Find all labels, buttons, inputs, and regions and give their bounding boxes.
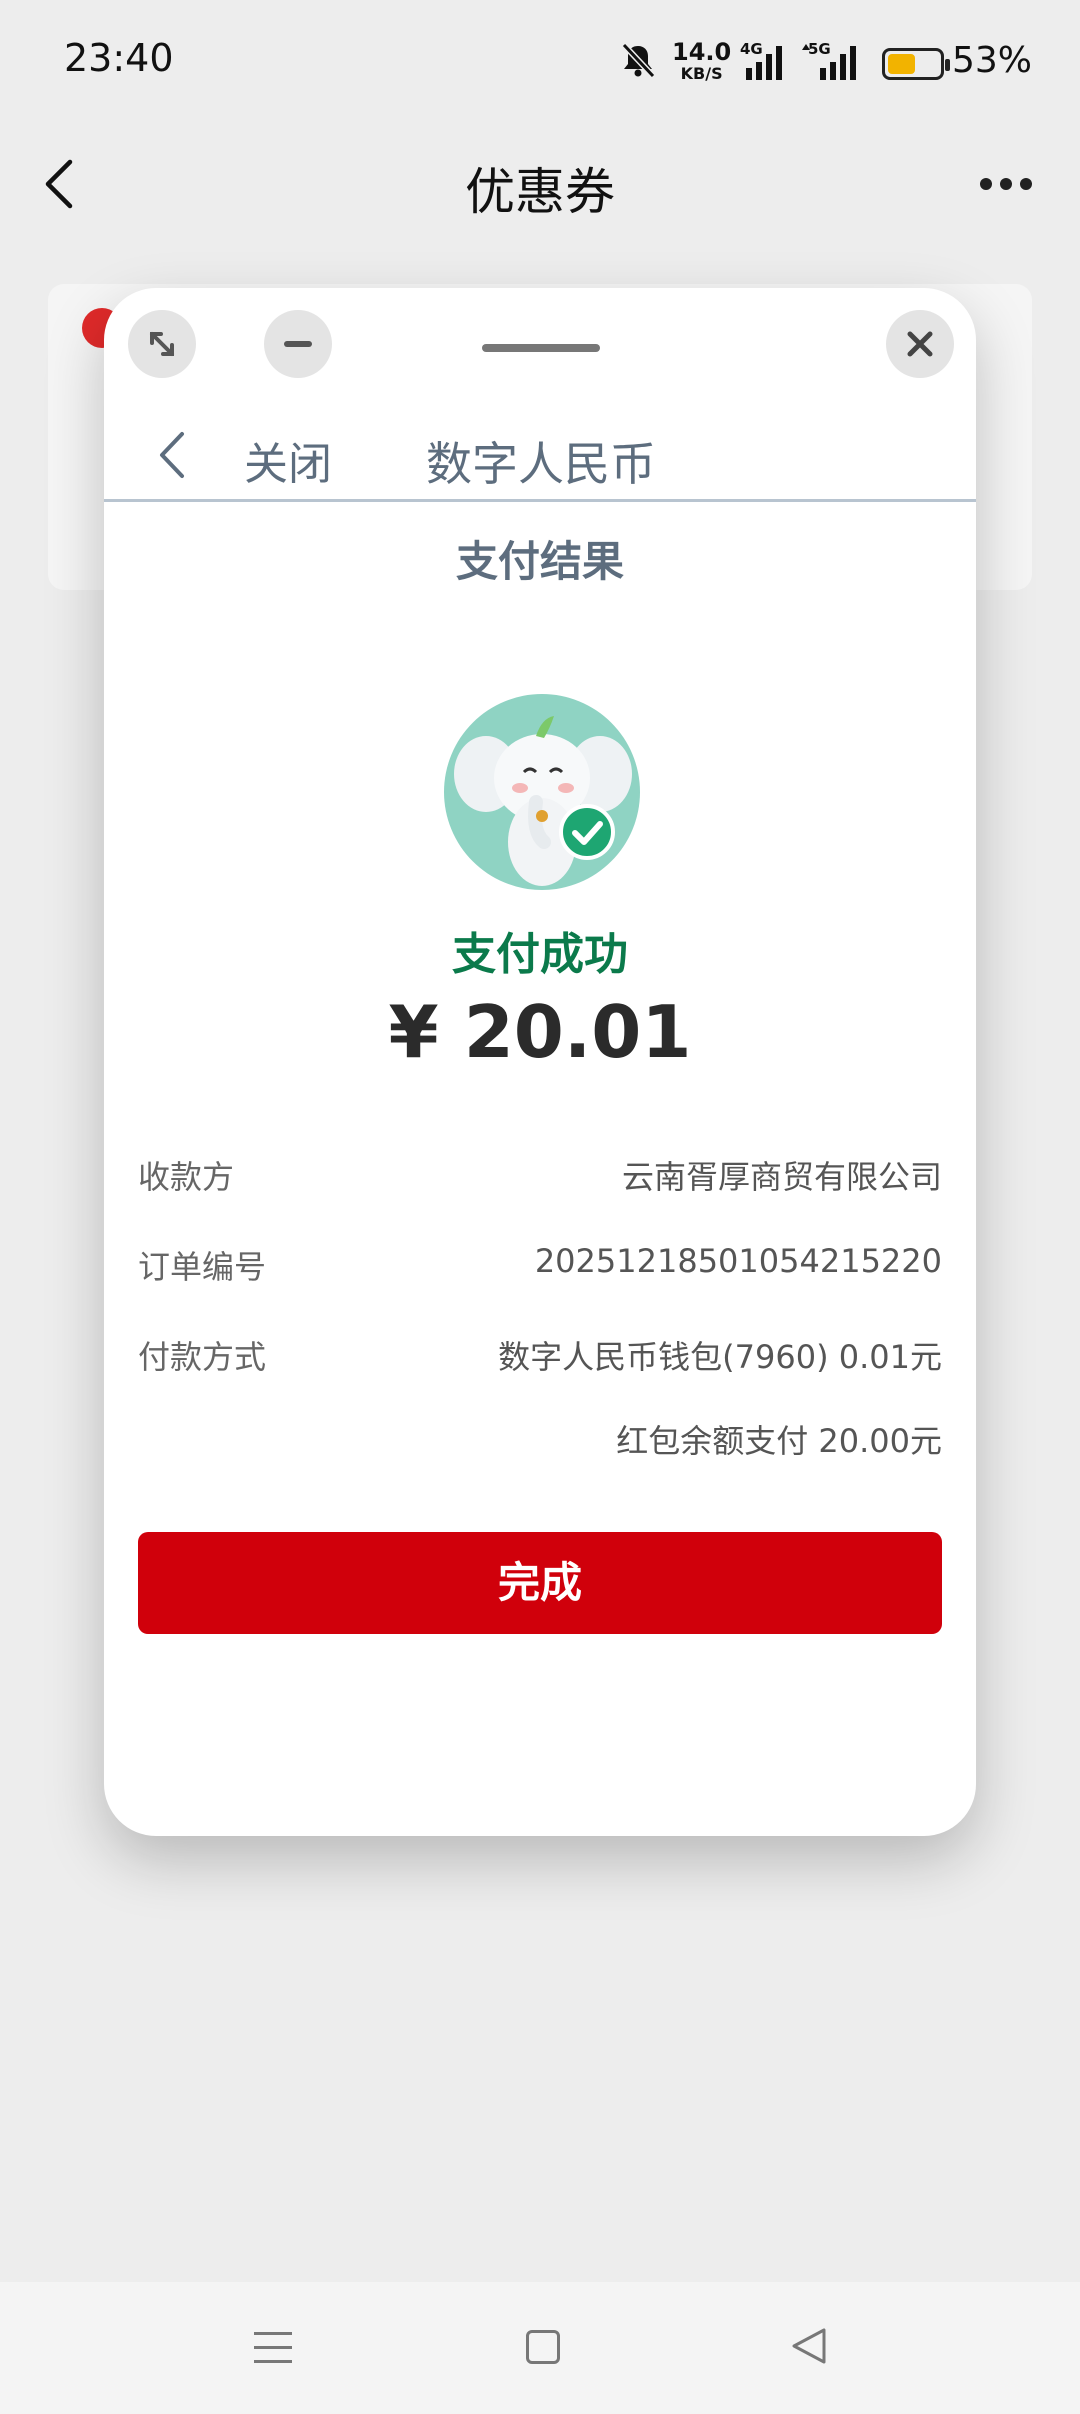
- signal-4g-icon: 4G: [740, 40, 782, 80]
- nav-back-icon[interactable]: [154, 430, 190, 480]
- signal-5g-label: 5G: [808, 40, 831, 58]
- battery-percent: 53%: [952, 40, 1033, 81]
- result-title: 支付结果: [455, 537, 624, 586]
- payment-result-modal: 关闭 数字人民币 支付结果 支付成功 ¥ 20.01 收款方 云南胥厚商贸有限公…: [104, 288, 976, 1836]
- expand-button[interactable]: [128, 310, 196, 378]
- signal-4g-label: 4G: [740, 40, 763, 58]
- expand-icon: [150, 332, 174, 356]
- battery-fill: [888, 54, 915, 74]
- drag-handle[interactable]: [482, 344, 600, 352]
- home-icon[interactable]: [526, 2330, 560, 2364]
- bell-muted-icon: [621, 42, 656, 79]
- net-speed-value: 14.0: [672, 38, 732, 66]
- payment-status: 支付成功: [452, 929, 628, 980]
- elephant-success-icon: [444, 694, 640, 890]
- battery-tip: [945, 59, 950, 71]
- nav-title: 数字人民币: [426, 437, 656, 491]
- payee-label: 收款方: [138, 1158, 235, 1196]
- close-button[interactable]: [886, 310, 954, 378]
- system-back-icon[interactable]: [790, 2326, 828, 2366]
- net-speed-unit: KB/S: [680, 64, 723, 83]
- payment-method-value-2: 红包余额支付 20.00元: [616, 1422, 942, 1460]
- more-options-icon[interactable]: [980, 178, 1032, 192]
- modal-nav-bar: 关闭 数字人民币: [104, 410, 976, 502]
- payment-amount: ¥ 20.01: [388, 990, 692, 1074]
- order-number-label: 订单编号: [138, 1248, 267, 1286]
- clock-time: 23:40: [64, 36, 174, 80]
- done-button[interactable]: 完成: [138, 1532, 942, 1634]
- close-icon: [907, 331, 933, 357]
- order-number-value: 20251218501054215220: [534, 1242, 942, 1280]
- page-title: 优惠券: [465, 163, 615, 221]
- recent-apps-icon[interactable]: [254, 2330, 292, 2364]
- signal-5g-icon: 5G: [802, 40, 856, 80]
- payee-value: 云南胥厚商贸有限公司: [621, 1158, 942, 1196]
- net-speed: 14.0 KB/S: [672, 40, 731, 84]
- nav-close-link[interactable]: 关闭: [244, 428, 332, 492]
- payment-method-value: 数字人民币钱包(7960) 0.01元: [498, 1338, 942, 1376]
- minimize-button[interactable]: [264, 310, 332, 378]
- payment-method-label: 付款方式: [138, 1338, 267, 1376]
- battery-icon: [882, 48, 950, 80]
